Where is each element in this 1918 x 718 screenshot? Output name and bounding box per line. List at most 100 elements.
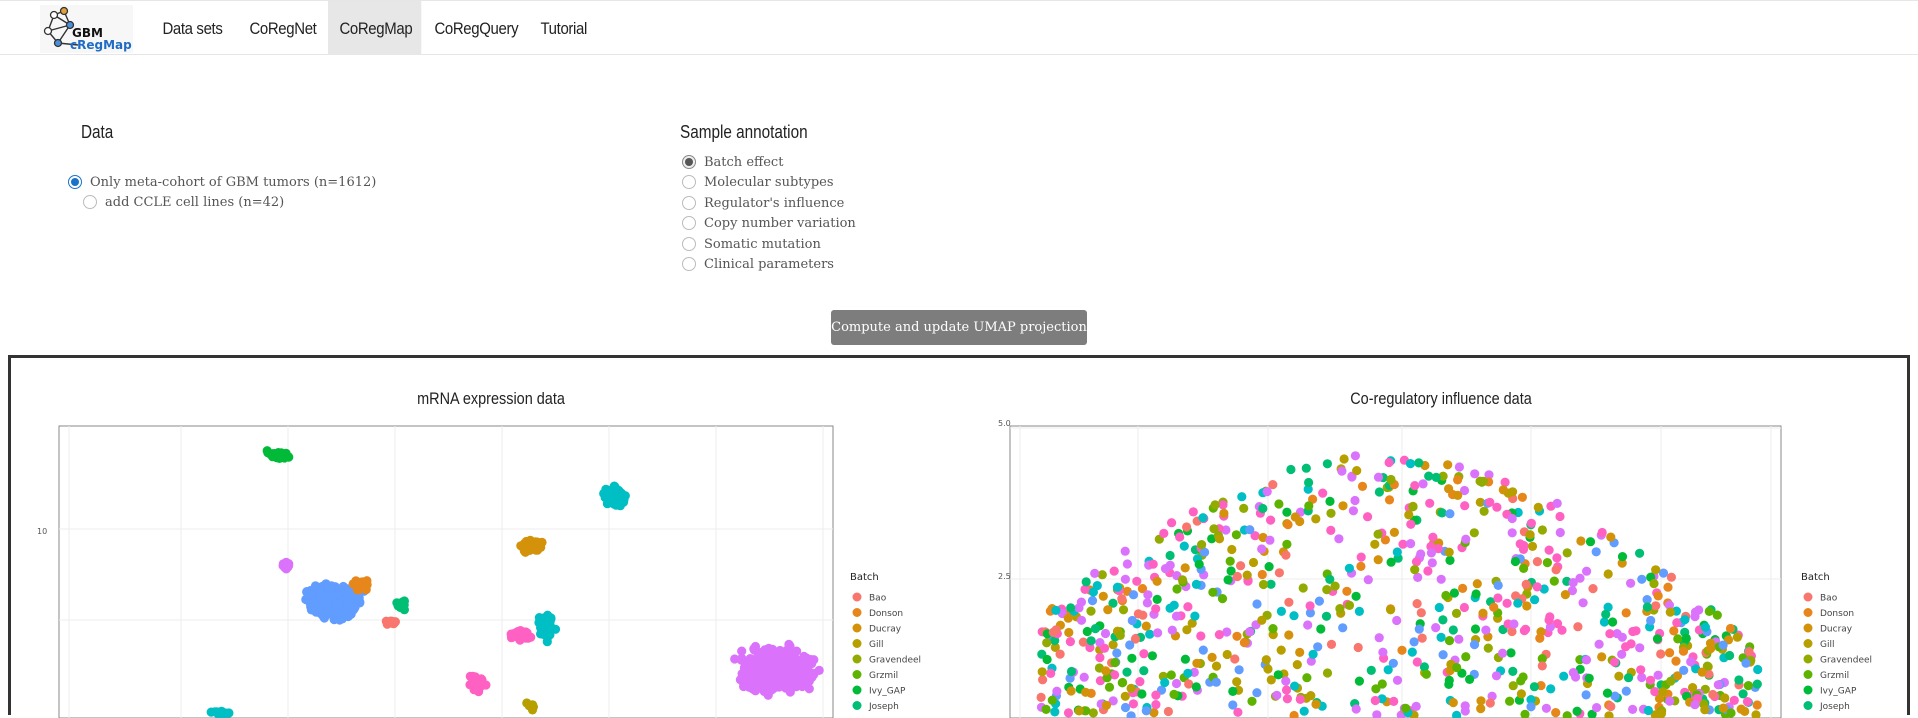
nav-tutorial[interactable]: Tutorial [529,1,598,55]
legend-label: Bao [869,594,887,604]
radio-batch-effect[interactable]: Batch effect [682,152,783,172]
radio-add-ccle[interactable]: add CCLE cell lines (n=42) [83,192,284,212]
data-point [1052,687,1061,696]
nav-coregnet[interactable]: CoRegNet [238,1,328,55]
data-point [1499,485,1508,494]
data-point [1450,588,1459,597]
data-point [1232,677,1241,686]
data-point [1153,628,1162,637]
data-point [1508,528,1517,537]
data-point [1603,689,1612,698]
gbm-cregmap-logo[interactable]: GBM cRegMap [40,5,133,53]
data-point [1576,536,1585,545]
data-point [1110,658,1119,667]
data-point [809,655,818,664]
data-point [1352,466,1361,475]
data-point [1455,462,1464,471]
radio-only-gbm[interactable]: Only meta-cohort of GBM tumors (n=1612) [68,172,376,192]
data-point [1542,704,1551,713]
data-point [1309,650,1318,659]
data-point [1195,560,1204,569]
data-point [1597,652,1606,661]
data-point [1508,514,1517,523]
nav-data-sets[interactable]: Data sets [151,1,234,55]
legend-swatch [853,624,862,633]
data-point [1161,564,1170,573]
radio-button[interactable] [682,175,696,189]
data-point [1550,577,1559,586]
radio-button[interactable] [682,237,696,251]
data-point [1465,675,1474,684]
data-point [1042,638,1051,647]
legend-label: Joseph [868,702,899,712]
data-point [1190,612,1199,621]
radio-button[interactable] [682,257,696,271]
data-point [1167,670,1176,679]
data-point [1719,704,1728,713]
data-point [1117,594,1126,603]
radio-button[interactable] [682,216,696,230]
data-point [1316,624,1325,633]
data-point [1363,512,1372,521]
radio-button[interactable] [682,155,696,169]
radio-regulators-influence[interactable]: Regulator's influence [682,193,844,213]
data-point [1132,577,1141,586]
plot-area [59,426,833,718]
radio-somatic-mutation[interactable]: Somatic mutation [682,234,821,254]
radio-clinical-parameters[interactable]: Clinical parameters [682,254,834,274]
data-point [1374,555,1383,564]
nav-coregmap[interactable]: CoRegMap [328,1,421,55]
data-point [1166,551,1175,560]
data-point [1559,672,1568,681]
data-point [1445,509,1454,518]
data-point [761,681,770,690]
data-point [1470,528,1479,537]
data-point [1121,547,1130,556]
data-point [1349,506,1358,515]
data-point [1266,516,1275,525]
data-point [1438,615,1447,624]
radio-copy-number-variation[interactable]: Copy number variation [682,213,856,233]
data-point [1404,510,1413,519]
data-point [1189,507,1198,516]
data-point [1281,551,1290,560]
data-point [1245,525,1254,534]
data-point [1700,705,1709,714]
radio-molecular-subtypes[interactable]: Molecular subtypes [682,172,834,192]
data-point [1182,522,1191,531]
data-point [1337,467,1346,476]
data-point [1137,689,1146,698]
data-point [516,630,525,639]
data-point [1212,662,1221,671]
data-point [1252,688,1261,697]
data-point [1701,623,1710,632]
data-point [1438,508,1447,517]
data-point [1311,514,1320,523]
data-point [1208,588,1217,597]
data-point [1492,671,1501,680]
data-point [333,599,342,608]
radio-button[interactable] [682,196,696,210]
data-point [1282,685,1291,694]
y-tick-label: 5.0 [998,419,1011,428]
data-point [1284,598,1293,607]
nav-coregquery[interactable]: CoRegQuery [423,1,530,55]
data-point [1227,545,1236,554]
data-point [1472,589,1481,598]
data-point [1673,634,1682,643]
data-point [1725,651,1734,660]
radio-button[interactable] [83,195,97,209]
data-point [1543,558,1552,567]
data-point [1299,583,1308,592]
radio-button[interactable] [68,175,82,189]
data-point [1387,558,1396,567]
data-point [1741,659,1750,668]
legend-label: Ivy_GAP [869,687,906,697]
data-point [1437,575,1446,584]
data-point [1123,559,1132,568]
compute-umap-button[interactable]: Compute and update UMAP projection [831,310,1087,345]
data-point [1386,605,1395,614]
data-point [1665,648,1674,657]
data-point [1272,691,1281,700]
data-point [1110,567,1119,576]
